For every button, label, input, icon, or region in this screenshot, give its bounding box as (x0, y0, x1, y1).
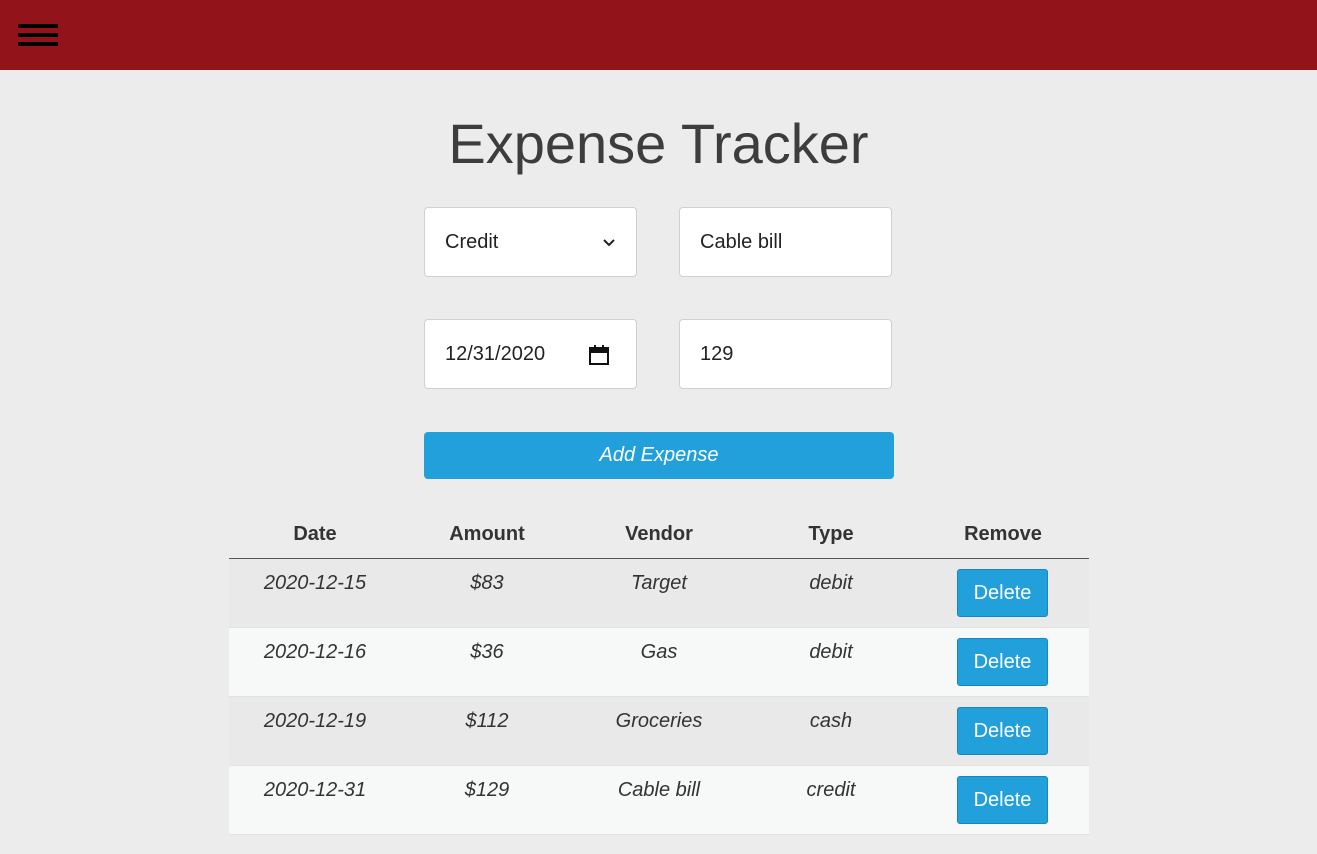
vendor-input-value: Cable bill (700, 230, 783, 253)
delete-button[interactable]: Delete (957, 638, 1048, 686)
hamburger-menu-icon[interactable] (18, 24, 58, 48)
column-header-type: Type (808, 523, 854, 545)
top-navbar (0, 0, 1317, 70)
cell-remove: Delete (917, 559, 1089, 627)
cell-type: debit (809, 641, 853, 663)
amount-input[interactable]: 129 (679, 319, 892, 389)
cell-remove: Delete (917, 628, 1089, 696)
cell-amount: $83 (470, 572, 504, 594)
page-title: Expense Tracker (448, 112, 869, 175)
column-header-date: Date (293, 523, 337, 545)
cell-amount: $36 (470, 641, 504, 663)
cell-vendor: Gas (640, 641, 678, 663)
delete-button[interactable]: Delete (957, 707, 1048, 755)
delete-button[interactable]: Delete (957, 569, 1048, 617)
cell-amount: $129 (464, 779, 510, 801)
cell-remove: Delete (917, 697, 1089, 765)
cell-type: cash (809, 710, 853, 732)
cell-amount: $112 (465, 710, 509, 732)
date-input-value: 12/31/2020 (445, 342, 546, 365)
column-header-vendor: Vendor (625, 523, 693, 545)
cell-date: 2020-12-15 (263, 572, 367, 594)
table-header: Date Amount Vendor Type Remove (229, 510, 1089, 559)
cell-remove: Delete (917, 766, 1089, 834)
vendor-input[interactable]: Cable bill (679, 207, 892, 277)
calendar-icon[interactable] (588, 344, 610, 366)
cell-date: 2020-12-16 (263, 641, 367, 663)
column-header-amount: Amount (449, 523, 525, 545)
cell-type: debit (809, 572, 853, 594)
table-row: 2020-12-19 $112 Groceries cash Delete (229, 697, 1089, 766)
add-expense-button[interactable]: Add Expense (424, 432, 894, 479)
table-row: 2020-12-16 $36 Gas debit Delete (229, 628, 1089, 697)
cell-type: credit (806, 779, 856, 801)
cell-vendor: Target (631, 572, 687, 594)
table-row: 2020-12-31 $129 Cable bill credit Delete (229, 766, 1089, 835)
delete-button[interactable]: Delete (957, 776, 1048, 824)
chevron-down-icon (603, 239, 615, 247)
type-select-value: Credit (445, 230, 499, 253)
table-row: 2020-12-15 $83 Target debit Delete (229, 559, 1089, 628)
cell-vendor: Groceries (615, 710, 703, 732)
cell-vendor: Cable bill (617, 779, 701, 801)
expense-table: Date Amount Vendor Type Remove 2020-12-1… (229, 510, 1089, 835)
type-select[interactable]: Credit (424, 207, 637, 277)
date-input[interactable]: 12/31/2020 (424, 319, 637, 389)
cell-date: 2020-12-31 (263, 779, 367, 801)
cell-date: 2020-12-19 (263, 710, 367, 732)
amount-input-value: 129 (700, 342, 734, 365)
column-header-remove: Remove (964, 523, 1042, 545)
